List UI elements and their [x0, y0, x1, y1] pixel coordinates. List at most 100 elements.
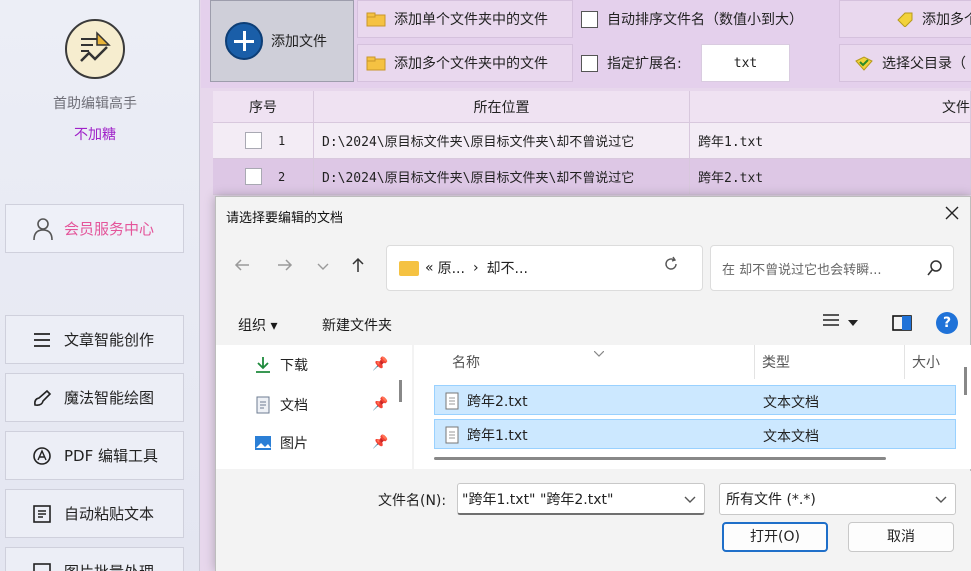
file-name: 跨年1.txt: [467, 428, 528, 444]
pin-icon[interactable]: 📌: [372, 435, 388, 450]
file-list: 名称 类型 大小 跨年2.txt 文本文档 跨年1.txt 文本文档: [414, 345, 971, 469]
row-checkbox[interactable]: [245, 168, 262, 185]
nav-scrollbar[interactable]: [399, 380, 402, 402]
dialog-title: 请选择要编辑的文档: [226, 211, 344, 226]
vertical-scrollbar[interactable]: [964, 367, 967, 395]
column-name[interactable]: 名称: [452, 345, 480, 379]
nav-item-documents[interactable]: 文档: [254, 393, 308, 417]
table-row[interactable]: 2 D:\2024\原目标文件夹\原目标文件夹\却不曾说过它 跨年2.txt: [213, 159, 971, 195]
add-file-label: 添加文件: [271, 34, 327, 50]
add-file-button[interactable]: 添加文件: [210, 0, 354, 82]
text-file-icon: [445, 426, 459, 444]
add-single-folder-button[interactable]: 添加单个文件夹中的文件: [357, 0, 573, 38]
back-button[interactable]: [228, 252, 256, 282]
preview-pane-icon: [892, 315, 912, 335]
download-icon: [254, 356, 272, 374]
row-checkbox[interactable]: [245, 132, 262, 149]
view-menu-button[interactable]: [822, 313, 858, 331]
auto-sort-option[interactable]: 自动排序文件名（数值小到大）: [581, 0, 803, 38]
nav-item-pictures[interactable]: 图片: [254, 431, 308, 455]
arrow-left-icon: [234, 258, 250, 276]
search-input[interactable]: 在 却不曾说过它也会转瞬...: [710, 245, 954, 291]
open-button[interactable]: 打开(O): [722, 522, 828, 552]
app-subtitle: 不加糖: [74, 127, 116, 143]
file-type: 文本文档: [763, 429, 819, 445]
search-icon: [927, 260, 943, 280]
file-row[interactable]: 跨年1.txt 文本文档: [434, 419, 956, 449]
column-size[interactable]: 大小: [912, 345, 940, 379]
column-separator[interactable]: [904, 345, 905, 379]
filename-value: "跨年1.txt" "跨年2.txt": [462, 491, 614, 508]
file-type: 文本文档: [763, 395, 819, 411]
sidebar-item-article[interactable]: 文章智能创作: [5, 315, 184, 364]
file-name-cell: 跨年2.txt: [445, 391, 528, 411]
add-more-button[interactable]: 添加多个: [839, 0, 971, 38]
help-icon[interactable]: ?: [936, 312, 958, 334]
filetype-select[interactable]: 所有文件 (*.*): [719, 483, 956, 515]
document-icon: [254, 396, 272, 414]
specify-ext-checkbox[interactable]: [581, 54, 598, 72]
up-button[interactable]: [344, 252, 372, 282]
column-header-location[interactable]: 所在位置: [314, 91, 690, 123]
sidebar-item-pdf[interactable]: PDF 编辑工具: [5, 431, 184, 480]
text-file-icon: [445, 392, 459, 410]
sidebar-item-drawing[interactable]: 魔法智能绘图: [5, 373, 184, 422]
nav-item-label: 图片: [280, 436, 308, 452]
toolbar: 添加文件 添加单个文件夹中的文件 添加多个文件夹中的文件 自动排序文件名（数值小…: [201, 0, 971, 88]
app-logo: [65, 19, 125, 79]
select-parent-button[interactable]: 选择父目录（: [839, 44, 971, 82]
forward-button[interactable]: [271, 252, 299, 282]
horizontal-scrollbar[interactable]: [434, 457, 886, 460]
sidebar-item-image[interactable]: 图片批量处理: [5, 547, 184, 571]
refresh-button[interactable]: [656, 251, 686, 281]
pin-icon[interactable]: 📌: [372, 397, 388, 412]
chevron-down-icon: [848, 314, 858, 330]
chevron-down-icon[interactable]: [684, 492, 696, 508]
file-table: 序号 所在位置 文件 1 D:\2024\原目标文件夹\原目标文件夹\却不曾说过…: [213, 91, 971, 195]
chevron-down-icon: [317, 259, 329, 275]
filename-label: 文件名(N):: [378, 493, 447, 509]
dialog-command-bar: 组织 ▾ 新建文件夹 ?: [216, 307, 971, 343]
file-row[interactable]: 跨年2.txt 文本文档: [434, 385, 956, 415]
pin-icon[interactable]: 📌: [372, 357, 388, 372]
chevron-down-icon: [935, 492, 947, 508]
sort-chevron-icon: [593, 345, 605, 361]
close-button[interactable]: [934, 197, 970, 233]
breadcrumb-segment[interactable]: 原...: [438, 258, 465, 278]
file-name-cell: 跨年1.txt: [445, 425, 528, 445]
pdf-icon: [32, 446, 52, 466]
tag-icon: [896, 11, 914, 27]
column-type[interactable]: 类型: [762, 345, 790, 379]
new-folder-button[interactable]: 新建文件夹: [322, 315, 392, 335]
nav-item-downloads[interactable]: 下载: [254, 353, 308, 377]
row-number: 2: [278, 169, 286, 184]
list-icon: [32, 332, 52, 348]
cancel-button[interactable]: 取消: [848, 522, 954, 552]
organize-menu[interactable]: 组织 ▾: [238, 315, 277, 335]
recent-dropdown[interactable]: [309, 252, 337, 282]
row-path: D:\2024\原目标文件夹\原目标文件夹\却不曾说过它: [314, 123, 690, 159]
list-view-icon: [822, 313, 840, 331]
user-icon: [32, 217, 54, 241]
add-multi-folder-button[interactable]: 添加多个文件夹中的文件: [357, 44, 573, 82]
column-header-file[interactable]: 文件: [690, 91, 971, 123]
add-single-folder-label: 添加单个文件夹中的文件: [394, 12, 548, 28]
nav-item-label: 下载: [280, 358, 308, 374]
auto-sort-label: 自动排序文件名（数值小到大）: [607, 12, 803, 28]
sidebar-item-label: 魔法智能绘图: [64, 389, 155, 407]
clipboard-icon: [32, 504, 52, 523]
column-header-index[interactable]: 序号: [213, 91, 314, 123]
row-path: D:\2024\原目标文件夹\原目标文件夹\却不曾说过它: [314, 159, 690, 195]
breadcrumb-segment[interactable]: 却不...: [487, 258, 528, 278]
table-row[interactable]: 1 D:\2024\原目标文件夹\原目标文件夹\却不曾说过它 跨年1.txt: [213, 123, 971, 159]
preview-pane-button[interactable]: [892, 315, 912, 335]
auto-sort-checkbox[interactable]: [581, 10, 598, 28]
filename-input[interactable]: "跨年1.txt" "跨年2.txt": [457, 483, 705, 515]
member-service-button[interactable]: 会员服务中心: [5, 204, 184, 253]
sidebar-item-paste[interactable]: 自动粘贴文本: [5, 489, 184, 538]
specify-ext-option[interactable]: 指定扩展名:: [581, 44, 682, 82]
column-separator[interactable]: [754, 345, 755, 379]
extension-input[interactable]: txt: [701, 44, 790, 82]
file-name: 跨年2.txt: [467, 394, 528, 410]
row-index-cell: 2: [213, 159, 314, 195]
